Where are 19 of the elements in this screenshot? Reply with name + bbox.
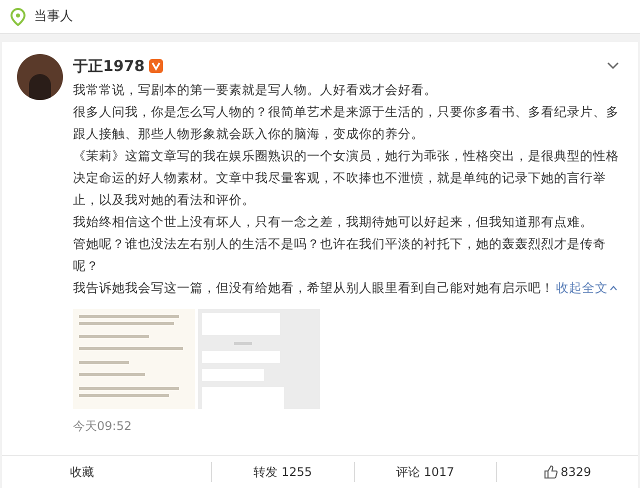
chevron-down-icon[interactable] xyxy=(606,61,620,71)
post-paragraph: 很多人问我，你是怎么写人物的？很简单艺术是来源于生活的，只要你多看书、多看纪录片、多跟人接触、那些人物形象就会跃入你的脑海，变成你的养分。 xyxy=(73,103,620,143)
favorite-button[interactable]: 收藏 xyxy=(70,463,94,481)
repost-button[interactable]: 转发 1255 xyxy=(254,463,312,481)
post-paragraph: 管她呢？谁也没法左右别人的生活不是吗？也许在我们平淡的衬托下，她的轰轰烈烈才是传奇呢？ xyxy=(73,235,607,275)
location-pin-icon xyxy=(10,8,26,26)
avatar[interactable] xyxy=(17,54,63,100)
post-paragraph: 《茉莉》这篇文章写的我在娱乐圈熟识的一个女演员，她行为乖张，性格突出，是很典型的性格决定命运的好人物素材。文章中我尽量客观，不吹捧也不泄愤，就是单纯的记录下她的言行举止，以及我对她的看法和评价。 xyxy=(73,147,620,209)
thumbs-up-icon xyxy=(544,465,558,479)
chevron-up-icon xyxy=(610,285,617,291)
author-name[interactable]: 于正1978 xyxy=(73,54,145,78)
post-paragraph: 我告诉她我会写这一篇，但没有给她看，希望从别人眼里看到自己能对她有启示吧！ 收起全文 xyxy=(73,277,622,299)
header-title: 当事人 xyxy=(34,8,73,26)
post-time: 今天09:52 xyxy=(73,418,133,435)
post-paragraph: 我常常说，写剧本的第一要素就是写人物。人好看戏才会好看。 xyxy=(73,81,438,99)
like-button[interactable]: 8329 xyxy=(544,463,592,481)
post-paragraph: 我始终相信这个世上没有坏人，只有一念之差，我期待她可以好起来，但我知道那有点难。 xyxy=(73,213,594,231)
collapse-link[interactable]: 收起全文 xyxy=(556,277,617,299)
comment-button[interactable]: 评论 1017 xyxy=(396,463,454,481)
